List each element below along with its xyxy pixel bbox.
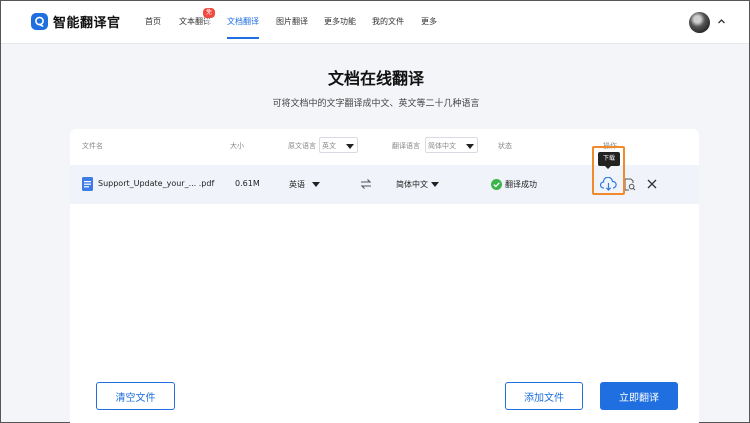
file-list-card: 文件名 大小 原文语言 英文 翻译语言 简体中文 状态 操作 Support_U… [70,129,699,423]
nav-item-more[interactable]: 更多 [421,16,437,27]
header-filename: 文件名 [82,142,103,150]
app-logo[interactable]: 智能翻译官 [31,12,121,31]
row-target-language-value: 简体中文 [396,180,428,189]
app-logo-icon [31,13,48,30]
source-language-select[interactable]: 英文 [319,137,358,153]
page-subtitle: 可将文档中的文字翻译成中文、英文等二十几种语言 [272,99,480,109]
nav-item-document-translate[interactable]: 文档翻译 [227,16,259,27]
status-text: 翻译成功 [505,180,537,189]
target-language-select-value: 简体中文 [428,142,456,150]
nav-item-more-features[interactable]: 更多功能 [324,16,356,27]
nav-item-home[interactable]: 首页 [145,16,161,27]
nav-item-image-translate[interactable]: 图片翻译 [276,16,308,27]
row-source-language-value: 英语 [289,180,305,189]
chevron-down-icon [466,144,474,149]
swap-arrows-icon[interactable] [360,178,372,190]
translate-now-button[interactable]: 立即翻译 [600,382,678,410]
source-language-select-value: 英文 [322,142,336,150]
free-badge: 免费 [203,8,216,26]
target-language-select[interactable]: 简体中文 [425,137,478,153]
header-source-language: 原文语言 [288,142,316,150]
page-title: 文档在线翻译 [327,69,424,88]
add-file-button[interactable]: 添加文件 [505,382,583,410]
chevron-down-icon [346,144,354,149]
chevron-up-icon[interactable] [717,17,726,26]
tooltip-arrow [605,166,611,169]
check-circle-icon [491,179,502,190]
chevron-down-icon [431,182,439,187]
file-size: 0.61M [235,179,260,188]
row-target-language-select[interactable]: 简体中文 [396,178,446,192]
file-name: Support_Update_your_... .pdf [98,179,215,188]
close-icon[interactable] [647,179,657,189]
avatar[interactable] [689,12,710,33]
header-size: 大小 [230,142,244,150]
header-status: 状态 [498,142,512,150]
chevron-down-icon [312,182,320,187]
download-tooltip: 下载 [598,152,620,166]
top-navigation-bar: 智能翻译官 首页 文本翻译 免费 文档翻译 图片翻译 更多功能 我的文件 更多 [1,1,749,44]
clear-files-button[interactable]: 清空文件 [96,382,175,410]
row-source-language-select[interactable]: 英语 [289,178,329,192]
header-target-language: 翻译语言 [392,142,420,150]
document-file-icon [82,177,93,191]
nav-item-my-files[interactable]: 我的文件 [372,16,404,27]
app-name: 智能翻译官 [53,16,121,31]
active-nav-indicator [227,37,259,39]
